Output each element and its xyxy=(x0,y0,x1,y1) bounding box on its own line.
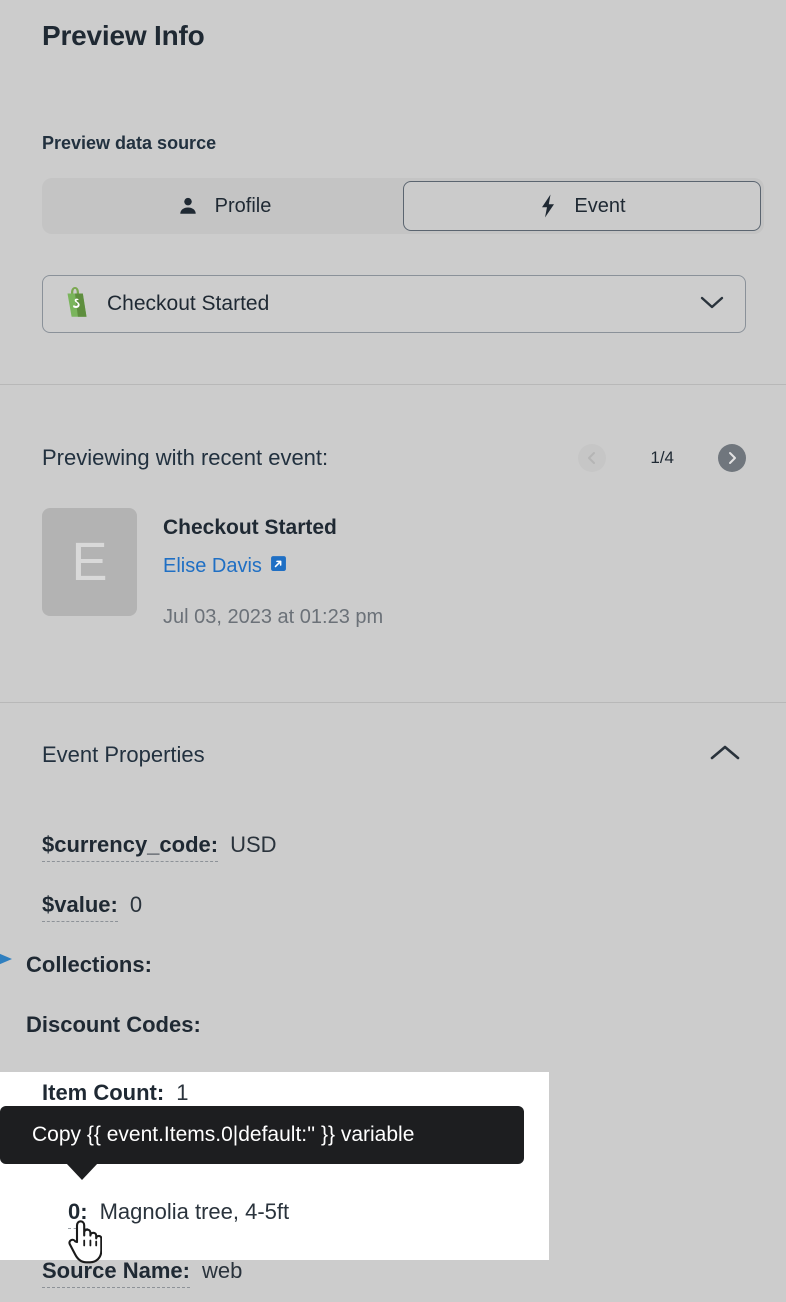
lightning-bolt-icon xyxy=(538,194,558,218)
recent-event-label: Previewing with recent event: xyxy=(42,445,328,471)
expand-triangle-icon[interactable] xyxy=(0,952,16,966)
item-0-row[interactable]: 0: Magnolia tree, 4-5ft xyxy=(68,1199,289,1229)
tooltip-text: Copy {{ event.Items.0|default:'' }} vari… xyxy=(0,1123,414,1147)
event-meta: Checkout Started Elise Davis Jul 03, 202… xyxy=(163,508,383,629)
source-name-row[interactable]: Source Name: web xyxy=(42,1258,242,1288)
segment-profile-button[interactable]: Profile xyxy=(45,181,403,231)
page-title: Preview Info xyxy=(42,20,205,52)
shopify-icon xyxy=(63,286,93,323)
item-0-key[interactable]: 0: xyxy=(68,1199,88,1229)
source-name-key[interactable]: Source Name: xyxy=(42,1258,190,1288)
item-0-value: Magnolia tree, 4-5ft xyxy=(100,1199,290,1225)
chevron-right-icon[interactable] xyxy=(718,444,746,472)
property-row[interactable]: $currency_code: USD xyxy=(0,832,786,892)
divider-top xyxy=(0,384,786,385)
event-select-dropdown[interactable]: Checkout Started xyxy=(42,275,746,333)
property-row[interactable]: $value: 0 xyxy=(0,892,786,952)
header: Preview Info xyxy=(42,20,205,52)
chevron-left-icon[interactable] xyxy=(578,444,606,472)
tooltip-arrow xyxy=(66,1163,98,1180)
event-properties-list: $currency_code: USD $value: 0 Collection… xyxy=(0,832,786,1072)
recent-event-header: Previewing with recent event: 1/4 xyxy=(42,440,746,476)
property-key[interactable]: $currency_code: xyxy=(42,832,218,862)
pagination-count: 1/4 xyxy=(650,448,674,468)
event-pagination: 1/4 xyxy=(578,444,746,472)
profile-link-label: Elise Davis xyxy=(163,555,262,578)
segment-profile-label: Profile xyxy=(215,195,272,218)
divider-bottom xyxy=(0,702,786,703)
source-name-value: web xyxy=(202,1258,242,1284)
event-properties-header[interactable]: Event Properties xyxy=(42,738,746,771)
event-properties-title: Event Properties xyxy=(42,742,205,768)
profile-link[interactable]: Elise Davis xyxy=(163,555,287,578)
chevron-down-icon[interactable] xyxy=(697,292,727,317)
property-row[interactable]: Collections: xyxy=(0,952,786,1012)
segment-event-button[interactable]: Event xyxy=(403,181,761,231)
avatar: E xyxy=(42,508,137,616)
item-count-value: 1 xyxy=(176,1080,188,1106)
property-row[interactable]: Discount Codes: xyxy=(0,1012,786,1072)
property-value: 0 xyxy=(130,892,142,918)
preview-data-source-label: Preview data source xyxy=(42,133,216,154)
property-value: USD xyxy=(230,832,276,858)
event-card-title: Checkout Started xyxy=(163,516,383,540)
property-key[interactable]: $value: xyxy=(42,892,118,922)
event-select-value: Checkout Started xyxy=(107,292,697,316)
segment-event-label: Event xyxy=(574,195,625,218)
person-icon xyxy=(177,195,199,217)
event-timestamp: Jul 03, 2023 at 01:23 pm xyxy=(163,606,383,629)
chevron-up-icon[interactable] xyxy=(704,738,746,771)
property-key[interactable]: Collections: xyxy=(26,952,152,981)
copy-variable-tooltip: Copy {{ event.Items.0|default:'' }} vari… xyxy=(0,1106,524,1164)
data-source-segmented-control: Profile Event xyxy=(42,178,764,234)
property-key[interactable]: Discount Codes: xyxy=(26,1012,201,1041)
preview-info-panel: Preview Info Preview data source Profile… xyxy=(0,0,786,1302)
recent-event-card: E Checkout Started Elise Davis Jul 03, 2… xyxy=(42,508,383,629)
external-link-icon xyxy=(270,555,287,578)
